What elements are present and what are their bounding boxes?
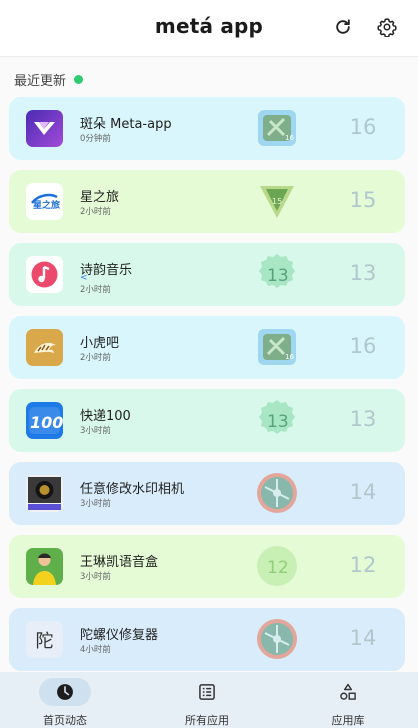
section-header: 最近更新 <box>14 70 84 89</box>
list-item[interactable]: 斑朵 Meta-app 0分钟前 16 16 <box>9 97 405 160</box>
android-16-badge-icon: 16 <box>256 107 298 149</box>
svg-text:16: 16 <box>285 353 294 361</box>
app-update-time: 4小时前 <box>80 645 111 655</box>
app-update-time: 3小时前 <box>80 499 111 509</box>
app-update-time: 2小时前 <box>80 207 111 217</box>
nav-label: 首页动态 <box>43 714 87 727</box>
android-12-badge-icon: 12 <box>256 545 298 587</box>
app-name: 小虎吧 <box>80 336 120 351</box>
list-item[interactable]: 王琳凯语音盒 3小时前 12 12 <box>9 535 405 598</box>
app-update-list: 斑朵 Meta-app 0分钟前 16 16 星之旅 星之旅 2小时前 15 1… <box>9 97 405 681</box>
list-item[interactable]: 陀 陀螺仪修复器 4小时前 14 <box>9 608 405 671</box>
app-version: 16 <box>349 334 377 358</box>
top-app-bar: metá app <box>0 0 418 57</box>
android-14-badge-icon <box>256 618 298 660</box>
app-update-time: 2小时前 <box>80 353 111 363</box>
android-13-badge-icon: 13 <box>256 399 298 441</box>
list-item[interactable]: 小虎吧 2小时前 16 16 <box>9 316 405 379</box>
kuaidi100-icon: 100 <box>26 402 63 439</box>
app-name: 王琳凯语音盒 <box>80 555 159 570</box>
list-item[interactable]: 任意修改水印相机 3小时前 14 <box>9 462 405 525</box>
svg-text:星之旅: 星之旅 <box>33 199 60 211</box>
app-name: 诗韵音乐 <box>80 263 133 278</box>
app-version: 13 <box>349 261 377 285</box>
music-icon <box>26 256 63 293</box>
live-dot-icon <box>74 74 84 84</box>
app-name: 陀螺仪修复器 <box>80 628 159 643</box>
camera-icon <box>26 475 63 512</box>
list-item[interactable]: 诗韵音乐 < 2小时前 13 13 <box>9 243 405 306</box>
list-item[interactable]: 100 快递100 3小时前 13 13 <box>9 389 405 452</box>
app-name: 斑朵 Meta-app <box>80 117 172 132</box>
nav-item-app-library[interactable]: 应用库 <box>298 678 398 728</box>
list-item[interactable]: 星之旅 星之旅 2小时前 15 15 <box>9 170 405 233</box>
avatar-icon <box>26 548 63 585</box>
svg-text:16: 16 <box>285 134 294 142</box>
gear-icon <box>377 18 397 37</box>
refresh-icon <box>336 19 350 34</box>
xingzhilv-icon: 星之旅 <box>26 183 63 220</box>
app-version: 12 <box>349 553 377 577</box>
shapes-icon <box>340 683 356 700</box>
nav-label: 所有应用 <box>185 714 229 727</box>
app-update-time: 0分钟前 <box>80 134 111 144</box>
svg-text:12: 12 <box>267 558 289 578</box>
svg-text:13: 13 <box>267 266 289 286</box>
bottom-navigation: 首页动态 所有应用 应用库 <box>0 672 418 728</box>
app-update-time: 2小时前 <box>80 285 111 295</box>
android-15-badge-icon: 15 <box>256 180 298 222</box>
tiger-icon <box>26 329 63 366</box>
clock-icon <box>57 684 73 700</box>
app-name: 快递100 <box>80 409 131 424</box>
app-version: 16 <box>349 115 377 139</box>
section-title: 最近更新 <box>14 73 67 89</box>
tuo-glyph: 陀 <box>35 630 54 652</box>
app-version: 14 <box>349 480 377 504</box>
tuo-icon: 陀 <box>26 621 63 658</box>
app-version: 13 <box>349 407 377 431</box>
flutter-tag-icon: < <box>80 273 88 283</box>
settings-button[interactable] <box>374 14 400 40</box>
app-name: 星之旅 <box>80 190 120 205</box>
list-icon <box>199 684 215 700</box>
app-version: 14 <box>349 626 377 650</box>
refresh-button[interactable] <box>330 14 356 40</box>
app-update-time: 3小时前 <box>80 426 111 436</box>
banduo-icon <box>26 110 63 147</box>
app-update-time: 3小时前 <box>80 572 111 582</box>
nav-item-all-apps[interactable]: 所有应用 <box>157 678 257 728</box>
android-16-badge-icon: 16 <box>256 326 298 368</box>
nav-label: 应用库 <box>331 714 365 727</box>
svg-text:100: 100 <box>30 413 63 432</box>
android-13-badge-icon: 13 <box>256 253 298 295</box>
svg-text:13: 13 <box>267 412 289 432</box>
app-name: 任意修改水印相机 <box>80 482 185 497</box>
svg-text:15: 15 <box>272 197 282 206</box>
nav-item-home-feed[interactable]: 首页动态 <box>15 678 115 728</box>
app-version: 15 <box>349 188 377 212</box>
android-14-badge-icon <box>256 472 298 514</box>
